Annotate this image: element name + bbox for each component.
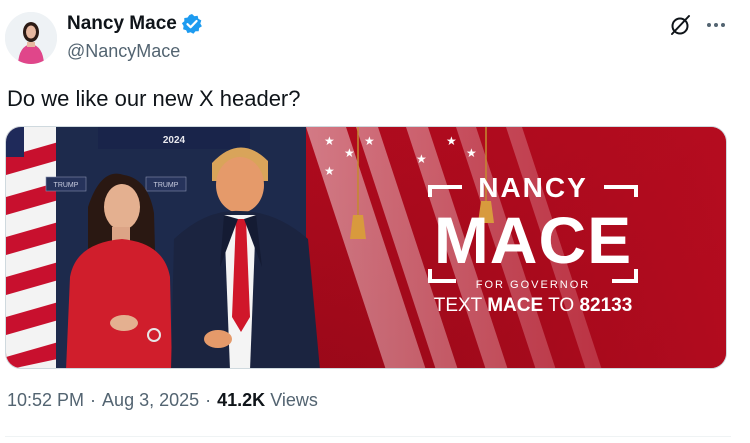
svg-text:★: ★ [466,146,477,160]
banner-for-governor: FOR GOVERNOR [476,279,590,291]
meta-separator: · [90,390,97,410]
banner-text-prefix: TEXT [434,295,488,316]
svg-text:★: ★ [416,152,427,166]
media-image: 2024 TRUMP TRUMP ★ ★ ★ ★ ★ ★ ★ NANCY MAC… [6,127,726,368]
author-name-row: Nancy Mace [67,13,203,35]
tweet-meta: 10:52 PM · Aug 3, 2025 · 41.2K Views [7,390,318,411]
more-icon[interactable] [703,14,729,36]
banner-first-name: NANCY [478,172,588,203]
svg-text:★: ★ [324,164,335,178]
banner-last-name: MACE [434,203,632,277]
backdrop-year-text: 2024 [163,135,186,146]
views-count[interactable]: 41.2K [217,390,265,411]
avatar-image [5,12,57,64]
tweet: Nancy Mace @NancyMace Do we like our new… [0,0,750,443]
svg-text:★: ★ [324,134,335,148]
meta-separator-2: · [205,390,212,410]
svg-text:★: ★ [364,134,375,148]
banner-text-keyword: MACE [487,295,543,316]
tweet-media[interactable]: 2024 TRUMP TRUMP ★ ★ ★ ★ ★ ★ ★ NANCY MAC… [5,126,727,369]
banner-text-number: 82133 [579,295,632,316]
backdrop-small-text-1: TRUMP [54,182,79,189]
divider [5,436,731,437]
author-display-name[interactable]: Nancy Mace [67,13,177,35]
tweet-text: Do we like our new X header? [7,86,301,111]
views-label: Views [270,390,318,410]
svg-text:★: ★ [446,134,457,148]
backdrop-small-text-2: TRUMP [154,182,179,189]
author-handle[interactable]: @NancyMace [67,41,180,62]
avatar[interactable] [5,12,57,64]
tweet-date[interactable]: Aug 3, 2025 [102,390,199,411]
banner-text-mid: TO [543,295,579,316]
verified-badge-icon [181,14,202,34]
svg-text:★: ★ [344,146,355,160]
tweet-time[interactable]: 10:52 PM [7,390,84,411]
grok-icon[interactable] [668,12,694,38]
banner-text-line: TEXT MACE TO 82133 [434,295,633,316]
